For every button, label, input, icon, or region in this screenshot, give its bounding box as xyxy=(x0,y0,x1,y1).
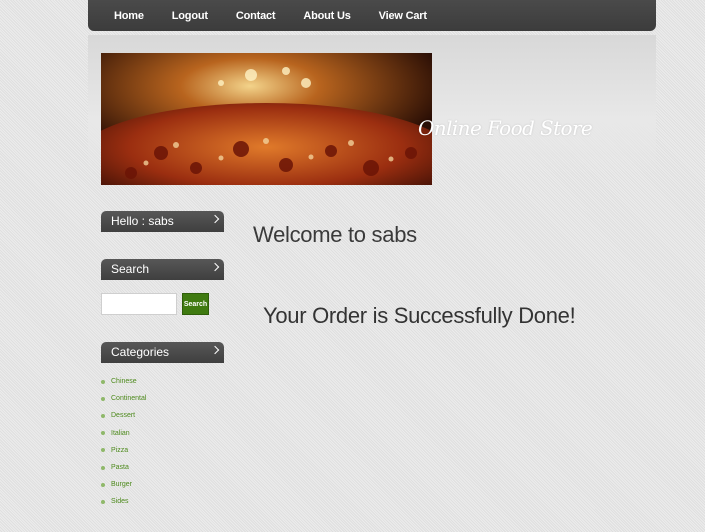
category-link-burger[interactable]: Burger xyxy=(111,481,132,488)
nav-view-cart-link[interactable]: View Cart xyxy=(379,10,427,22)
list-item: Continental xyxy=(101,390,146,407)
bullet-icon xyxy=(101,499,105,504)
pizza-banner-image xyxy=(101,53,432,185)
nav-logout-link[interactable]: Logout xyxy=(172,10,208,22)
chevron-right-icon xyxy=(210,345,220,355)
welcome-heading: Welcome to sabs xyxy=(253,222,417,247)
search-heading: Search xyxy=(101,259,224,280)
search-button[interactable]: Search xyxy=(182,293,209,315)
list-item: Pizza xyxy=(101,442,146,459)
bullet-icon xyxy=(101,379,105,384)
category-link-dessert[interactable]: Dessert xyxy=(111,412,135,419)
search-input[interactable] xyxy=(101,293,177,315)
search-heading-label: Search xyxy=(111,262,150,276)
list-item: Dessert xyxy=(101,407,146,424)
order-success-message: Your Order is Successfully Done! xyxy=(263,303,576,328)
list-item: Italian xyxy=(101,425,146,442)
category-link-pasta[interactable]: Pasta xyxy=(111,464,129,471)
list-item: Sides xyxy=(101,493,146,510)
bullet-icon xyxy=(101,465,105,470)
list-item: Burger xyxy=(101,476,146,493)
category-link-pizza[interactable]: Pizza xyxy=(111,447,128,454)
bullet-icon xyxy=(101,448,105,453)
nav-about-link[interactable]: About Us xyxy=(303,10,350,22)
categories-heading: Categories xyxy=(101,342,224,363)
category-link-continental[interactable]: Continental xyxy=(111,395,146,402)
category-list: Chinese Continental Dessert Italian Pizz… xyxy=(101,373,146,511)
chevron-right-icon xyxy=(210,214,220,224)
list-item: Chinese xyxy=(101,373,146,390)
bullet-icon xyxy=(101,396,105,401)
categories-heading-label: Categories xyxy=(111,345,170,359)
category-link-italian[interactable]: Italian xyxy=(111,430,130,437)
bullet-icon xyxy=(101,431,105,436)
hello-heading-label: Hello : sabs xyxy=(111,214,174,228)
category-link-chinese[interactable]: Chinese xyxy=(111,378,137,385)
nav-contact-link[interactable]: Contact xyxy=(236,10,276,22)
top-nav: Home Logout Contact About Us View Cart xyxy=(88,0,656,31)
list-item: Pasta xyxy=(101,459,146,476)
nav-home-link[interactable]: Home xyxy=(114,10,144,22)
chevron-right-icon xyxy=(210,262,220,272)
hello-heading: Hello : sabs xyxy=(101,211,224,232)
category-link-sides[interactable]: Sides xyxy=(111,498,129,505)
store-title: Online Food Store xyxy=(418,116,593,140)
bullet-icon xyxy=(101,413,105,418)
bullet-icon xyxy=(101,482,105,487)
